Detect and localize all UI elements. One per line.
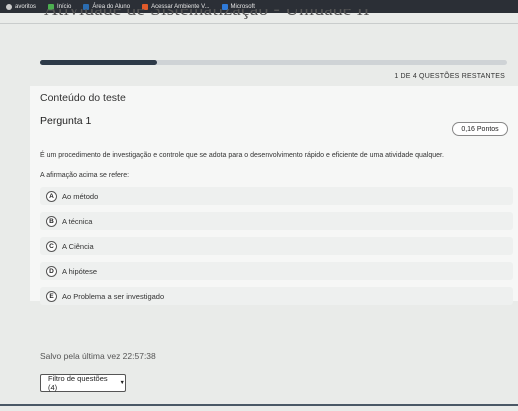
option-text: Ao Problema a ser investigado — [62, 291, 165, 301]
question-filter-dropdown[interactable]: Filtro de questões (4) ▼ — [40, 374, 126, 392]
question-prompt: A afirmação acima se refere: — [40, 172, 130, 179]
option-letter: E — [46, 290, 57, 302]
filter-label: Filtro de questões (4) — [48, 374, 108, 392]
section-title: Conteúdo do teste — [40, 92, 126, 104]
answer-option-e[interactable]: E Ao Problema a ser investigado — [40, 287, 513, 305]
answer-option-d[interactable]: D A hipótese — [40, 262, 513, 280]
answer-option-a[interactable]: A Ao método — [40, 187, 513, 205]
option-letter: A — [46, 190, 57, 202]
header-divider — [0, 23, 518, 24]
page-title-text: Atividade de Sistematização - Unidade II — [44, 9, 370, 20]
last-saved-text: Salvo pela última vez 22:57:38 — [40, 351, 156, 361]
progress-fill — [40, 60, 157, 65]
progress-bar — [40, 60, 507, 65]
option-letter: D — [46, 265, 57, 277]
caret-down-icon: ▼ — [119, 380, 125, 386]
progress-label: 1 DE 4 QUESTÕES RESTANTES — [394, 73, 505, 80]
option-text: Ao método — [62, 191, 99, 201]
answer-option-b[interactable]: B A técnica — [40, 212, 513, 230]
points-badge: 0,16 Pontos — [452, 122, 508, 136]
page-title: Atividade de Sistematização - Unidade II — [0, 9, 518, 23]
option-text: A hipótese — [62, 266, 98, 276]
option-text: A Ciência — [62, 241, 94, 251]
answer-option-c[interactable]: C A Ciência — [40, 237, 513, 255]
question-title: Pergunta 1 — [40, 115, 92, 127]
bottom-divider — [0, 404, 518, 406]
option-text: A técnica — [62, 216, 93, 226]
option-letter: C — [46, 240, 57, 252]
question-statement: É um procedimento de investigação e cont… — [40, 152, 444, 159]
option-letter: B — [46, 215, 57, 227]
